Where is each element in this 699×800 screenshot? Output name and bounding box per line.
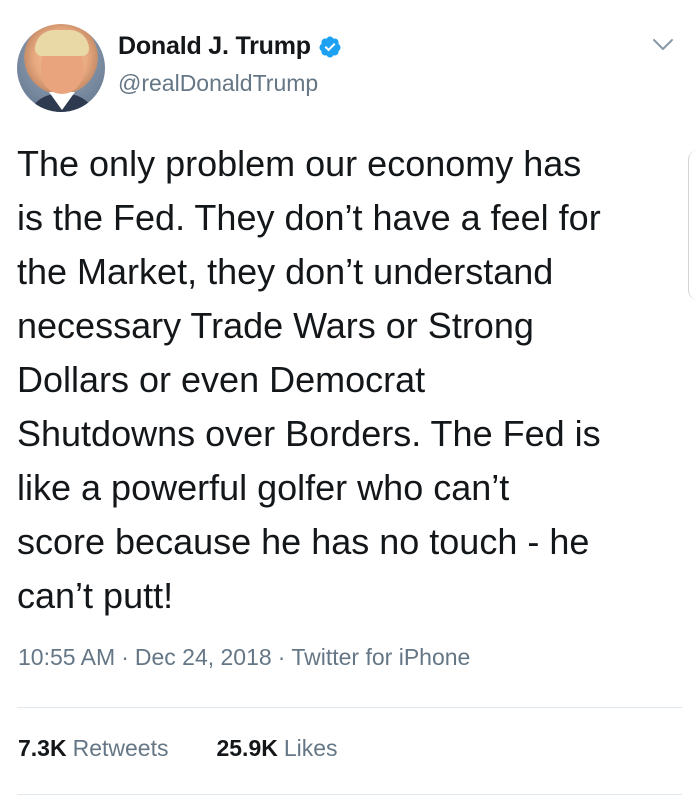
tweet-text-line: is the Fed. They don’t have a feel for [17,197,601,238]
scrollbar-edge [688,150,699,300]
retweets-stat[interactable]: 7.3K Retweets [18,735,168,761]
tweet-text: The only problem our economy has is the … [17,137,682,623]
likes-count: 25.9K [216,735,278,761]
verified-badge-icon [319,36,341,57]
tweet-text-line: The only problem our economy has [17,143,582,184]
user-handle[interactable]: @realDonaldTrump [118,70,318,97]
likes-label: Likes [283,735,338,761]
tweet-metadata: 10:55 AM · Dec 24, 2018 · Twitter for iPhone [18,644,470,671]
likes-stat[interactable]: 25.9K Likes [216,735,337,761]
retweets-count: 7.3K [18,735,67,761]
tweet-text-line: can’t putt! [17,575,174,616]
meta-separator: · [277,644,286,670]
chevron-down-icon[interactable] [652,38,674,52]
tweet-text-line: necessary Trade Wars or Strong [17,305,534,346]
tweet-date[interactable]: Dec 24, 2018 [135,644,272,670]
tweet-text-line: Dollars or even Democrat [17,359,426,400]
tweet-text-line: score because he has no touch - he [17,521,590,562]
tweet-time[interactable]: 10:55 AM [18,644,115,670]
tweet-text-line: like a powerful golfer who can’t [17,467,510,508]
tweet-text-line: Shutdowns over Borders. The Fed is [17,413,601,454]
tweet-source[interactable]: Twitter for iPhone [291,644,470,670]
divider [17,707,682,708]
display-name[interactable]: Donald J. Trump [118,32,311,61]
avatar-hair [35,30,89,56]
engagement-stats: 7.3K Retweets 25.9K Likes [18,735,338,762]
retweets-label: Retweets [72,735,169,761]
tweet-text-line: the Market, they don’t understand [17,251,554,292]
tweet-card: Donald J. Trump @realDonaldTrump The onl… [0,0,699,800]
user-name-row[interactable]: Donald J. Trump [118,32,342,61]
divider [17,794,682,795]
meta-separator: · [121,644,129,670]
avatar[interactable] [17,24,105,112]
